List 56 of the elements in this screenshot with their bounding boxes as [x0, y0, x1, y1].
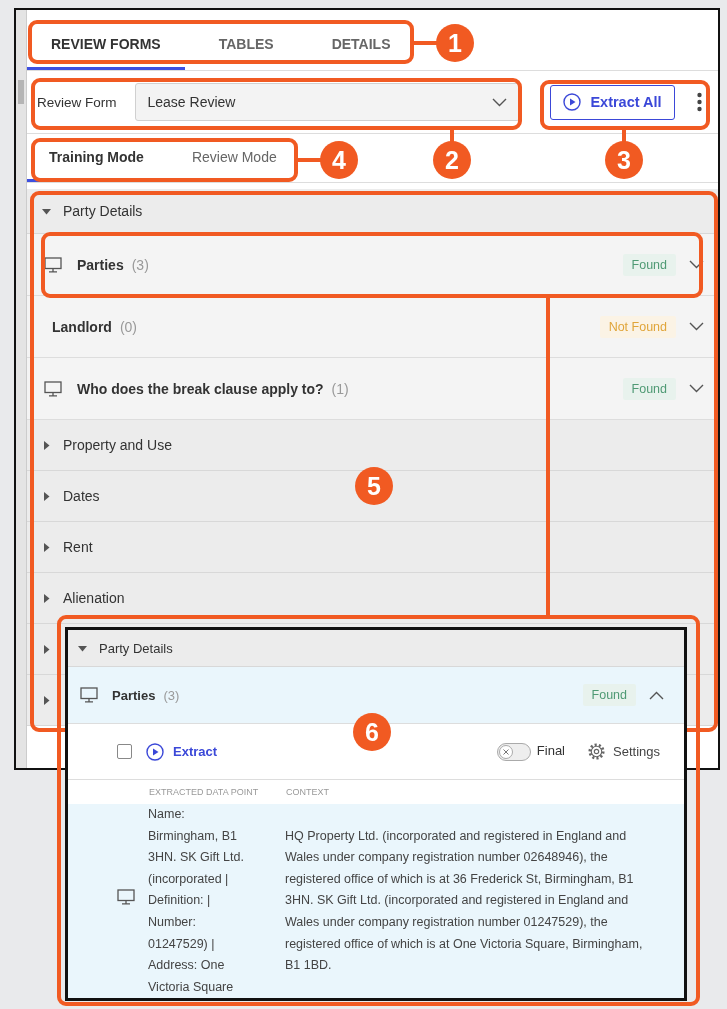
field-title: Who does the break clause apply to? [77, 380, 324, 397]
expand-triangle-icon[interactable] [42, 644, 51, 654]
chevron-down-icon[interactable] [689, 322, 704, 331]
mode-tab[interactable]: Review Mode [169, 134, 299, 182]
section-title: Property and Use [63, 437, 172, 453]
section-title: Party Details [99, 640, 173, 656]
section-title: Dates [63, 488, 100, 504]
checkbox[interactable] [117, 744, 132, 759]
extract-button[interactable]: Extract [146, 742, 218, 761]
section-title: Rent [63, 539, 93, 555]
context-text: HQ Property Ltd. (incorporated and registered in England and Wales under company registration number 02648946), the registered office of which is at 36 Frederick St, Birmingham, B1 3HN. SK Gift Ltd. (incorporated and registered in England and Wales under company registration number 01247529), the registered office of which is at One Victoria Square, Birmingham, B1 1BD. [285, 827, 644, 975]
scrollbar[interactable] [16, 10, 27, 768]
collapse-triangle-icon[interactable] [78, 643, 87, 653]
collapse-triangle-icon[interactable] [42, 206, 51, 216]
gear-icon [587, 742, 606, 761]
extract-all-button[interactable]: Extract All [550, 84, 675, 120]
toggle-label: Final [536, 742, 565, 758]
expand-triangle-icon[interactable] [42, 593, 51, 603]
status-badge: Found [622, 253, 676, 276]
expand-triangle-icon[interactable] [42, 440, 51, 450]
toggle-switch[interactable] [496, 742, 531, 761]
field-title: Parties [112, 687, 156, 703]
field-count: (1) [331, 380, 349, 397]
section-header[interactable]: Party Details [68, 630, 684, 667]
settings-button[interactable]: Settings [587, 742, 660, 761]
section-title: Party Details [63, 203, 143, 219]
section-title: Alienation [63, 590, 125, 606]
tab[interactable]: REVIEW FORMS [27, 18, 185, 70]
x-icon [502, 748, 509, 755]
tab[interactable]: TABLES [194, 18, 298, 70]
expand-triangle-icon[interactable] [42, 695, 51, 705]
status-badge: Found [622, 377, 676, 400]
review-form-dropdown[interactable]: Lease Review [134, 83, 520, 121]
play-icon [146, 742, 164, 761]
chevron-down-icon[interactable] [491, 97, 507, 107]
tab[interactable]: DETAILS [307, 18, 415, 70]
field-count: (3) [163, 687, 180, 703]
field-label: Review Form [37, 94, 117, 110]
mode-tab[interactable]: Training Mode [27, 134, 166, 182]
column-header: EXTRACTED DATA POINT [149, 787, 260, 797]
chevron-up-icon[interactable] [649, 690, 664, 700]
field-title: Parties [77, 256, 124, 273]
field-count: (3) [131, 256, 149, 273]
field-count: (0) [119, 318, 137, 335]
status-badge: Found [582, 684, 636, 706]
field-title: Landlord [52, 318, 112, 335]
data-row[interactable] [68, 804, 684, 999]
field-row[interactable]: Parties (3) Found [68, 667, 684, 724]
more-icon[interactable] [697, 92, 702, 112]
expand-triangle-icon[interactable] [42, 491, 51, 501]
status-badge: Not Found [599, 315, 676, 338]
column-header: CONTEXT [286, 787, 329, 797]
play-icon [563, 93, 582, 111]
chevron-down-icon[interactable] [689, 384, 704, 393]
data-point-text: Name: Birmingham, B1 3HN. SK Gift Ltd. (incorporated | Definition: | Number: 01247529) | Address: One Victoria Square [148, 806, 245, 996]
expand-triangle-icon[interactable] [42, 542, 51, 552]
